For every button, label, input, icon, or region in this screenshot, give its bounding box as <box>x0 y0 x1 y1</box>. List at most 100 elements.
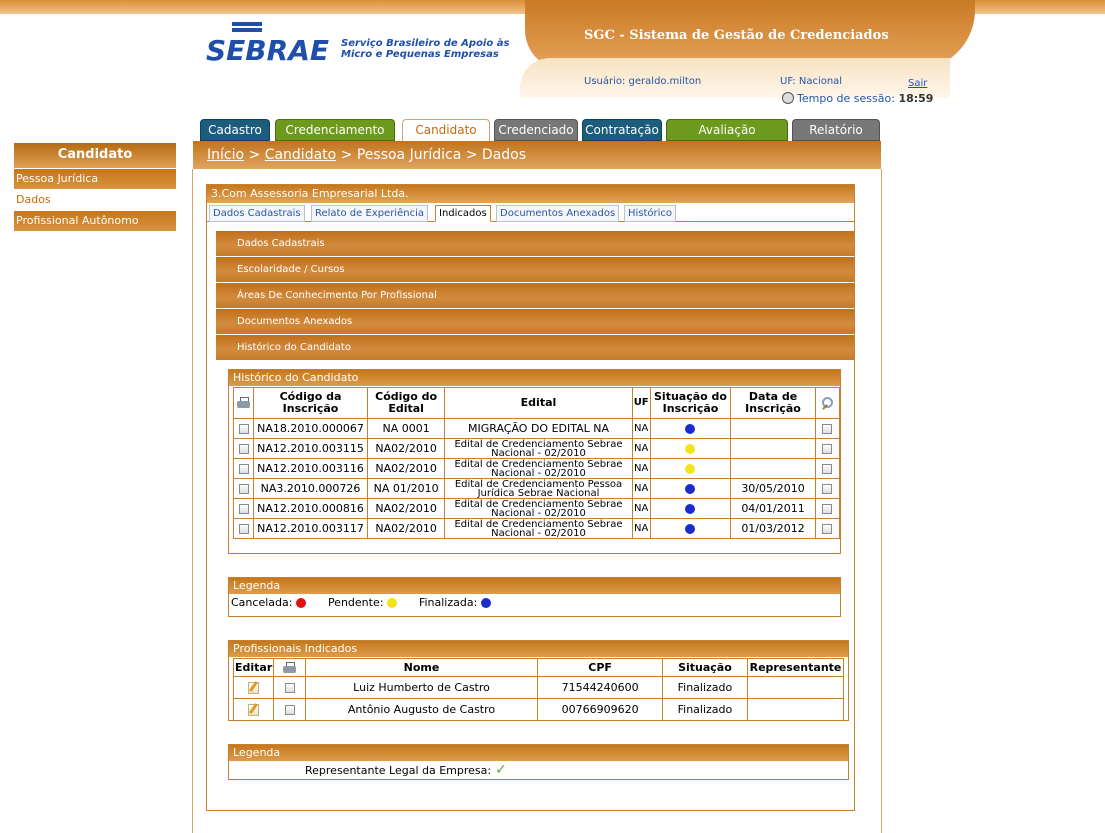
red-status-dot-icon <box>296 598 307 608</box>
col-codigo-edital: Código do Edital <box>366 387 446 419</box>
row-checkbox[interactable] <box>238 424 249 434</box>
subtab-dados-cadastrais[interactable]: Dados Cadastrais <box>209 205 305 222</box>
cell-representante <box>747 676 844 699</box>
sidebar-item-profissional-autonomo[interactable]: Profissional Autônomo <box>14 210 176 231</box>
row-select-checkbox[interactable] <box>822 464 833 474</box>
history-title: Histórico do Candidato <box>229 370 840 386</box>
cell-uf: NA <box>631 498 651 519</box>
legend-status-title: Legenda <box>229 578 840 594</box>
accordion-documentos-anexados[interactable]: Documentos Anexados <box>216 309 854 335</box>
cell-data <box>730 418 816 439</box>
row-select-checkbox[interactable] <box>822 524 833 534</box>
sidebar-title: Candidato <box>14 143 176 168</box>
legend-pendente-label: Pendente: <box>327 596 384 609</box>
sebrae-logo-subtitle: Serviço Brasileiro de Apoio às Micro e P… <box>341 38 510 60</box>
col-data: Data de Inscrição <box>730 387 816 419</box>
tab-avaliacao[interactable]: Avaliação <box>666 119 788 141</box>
legend-finalizada-label: Finalizada: <box>418 596 478 609</box>
logout-link[interactable]: Sair <box>908 78 927 89</box>
history-row: NA18.2010.000067 NA 0001 MIGRAÇÃO DO EDITA… <box>232 418 841 439</box>
col-representante: Representante <box>747 658 844 677</box>
cell-edital: Edital de Credenciamento Sebrae Nacional… <box>444 458 633 479</box>
row-select-checkbox[interactable] <box>822 484 833 494</box>
col-situacao: Situação do Inscrição <box>649 387 732 419</box>
professionals-header-row: Editar Nome CPF Situação Representante <box>232 658 844 677</box>
cell-uf: NA <box>631 418 651 439</box>
printer-icon[interactable] <box>237 397 251 409</box>
system-title: SGC - Sistema de Gestão de Credenciados <box>584 28 889 43</box>
cell-uf: NA <box>631 478 651 499</box>
legend-status-section: Legenda Cancelada: Pendente: Finalizada: <box>228 577 841 617</box>
edit-icon[interactable] <box>248 704 260 716</box>
subtab-indicados[interactable]: Indicados <box>435 205 491 222</box>
yellow-status-dot-icon <box>387 598 398 608</box>
cell-inscricao: NA18.2010.000067 <box>253 418 368 439</box>
professionals-table: Editar Nome CPF Situação Representante L… <box>232 658 844 721</box>
company-title: 3.Com Assessoria Empresarial Ltda. <box>207 185 854 203</box>
legend-representante-row: Representante Legal da Empresa: ✓ <box>229 761 848 780</box>
breadcrumb-home-link[interactable]: Início <box>207 147 244 163</box>
printer-icon[interactable] <box>283 661 297 674</box>
sidebar: Candidato Pessoa Jurídica Dados Profissi… <box>14 143 176 231</box>
yellow-status-dot-icon <box>685 464 696 474</box>
tab-credenciado[interactable]: Credenciado <box>494 119 578 141</box>
session-label: Tempo de sessão: <box>797 92 895 105</box>
cell-uf: NA <box>631 438 651 459</box>
row-checkbox[interactable] <box>238 504 249 514</box>
subtab-historico[interactable]: Histórico <box>624 205 677 222</box>
subtab-relato-experiencia[interactable]: Relato de Experiência <box>311 205 428 222</box>
accordion: Dados Cadastrais Escolaridade / Cursos Á… <box>216 231 854 361</box>
col-situacao-prof: Situação <box>661 658 749 677</box>
col-edital: Edital <box>444 387 633 419</box>
session-time: 18:59 <box>898 92 934 105</box>
row-select-checkbox[interactable] <box>822 504 833 514</box>
history-row: NA12.2010.003115 NA02/2010 Edital de Crede… <box>232 438 841 459</box>
accordion-escolaridade[interactable]: Escolaridade / Cursos <box>216 257 854 283</box>
row-select-checkbox[interactable] <box>822 444 833 454</box>
accordion-areas-conhecimento[interactable]: Áreas De Conhecimento Por Profissional <box>216 283 854 309</box>
sidebar-item-dados[interactable]: Dados <box>14 189 176 210</box>
tab-relatorio[interactable]: Relatório <box>792 119 880 141</box>
breadcrumb-candidato-link[interactable]: Candidato <box>265 147 337 163</box>
row-select-checkbox[interactable] <box>822 424 833 434</box>
breadcrumb-separator: > <box>244 147 265 163</box>
edit-icon[interactable] <box>248 682 260 694</box>
row-checkbox[interactable] <box>284 683 295 693</box>
history-row: NA12.2010.003117 NA02/2010 Edital de Crede… <box>232 518 841 539</box>
history-section: Histórico do Candidato Código da Inscriç… <box>228 369 841 554</box>
accordion-historico-candidato[interactable]: Histórico do Candidato <box>216 335 854 361</box>
cell-inscricao: NA3.2010.000726 <box>253 478 368 499</box>
yellow-status-dot-icon <box>685 444 696 454</box>
blue-status-dot-icon <box>685 424 696 434</box>
tab-candidato[interactable]: Candidato <box>402 119 490 142</box>
history-row: NA12.2010.003116 NA02/2010 Edital de Crede… <box>232 458 841 479</box>
blue-status-dot-icon <box>481 598 492 608</box>
sidebar-item-pessoa-juridica[interactable]: Pessoa Jurídica <box>14 168 176 189</box>
blue-status-dot-icon <box>685 484 696 494</box>
col-nome: Nome <box>304 658 539 677</box>
uf-label: UF: Nacional <box>780 76 843 87</box>
history-row: NA12.2010.000816 NA02/2010 Edital de Crede… <box>232 498 841 519</box>
professionals-body: Luiz Humberto de Castro 71544240600 Finali… <box>232 676 844 721</box>
cell-edital-code: NA02/2010 <box>366 518 446 539</box>
row-checkbox[interactable] <box>238 484 249 494</box>
search-icon[interactable] <box>821 396 834 410</box>
tab-credenciamento[interactable]: Credenciamento <box>275 119 395 141</box>
clock-icon <box>782 92 794 104</box>
tab-cadastro[interactable]: Cadastro <box>200 119 270 141</box>
legend-representante-section: Legenda Representante Legal da Empresa: ✓ <box>228 744 849 780</box>
history-body: NA18.2010.000067 NA 0001 MIGRAÇÃO DO EDITA… <box>232 418 841 539</box>
col-uf: UF <box>631 387 651 419</box>
legend-representante-label: Representante Legal da Empresa: <box>305 764 492 777</box>
row-checkbox[interactable] <box>238 464 249 474</box>
row-checkbox[interactable] <box>238 444 249 454</box>
session-timer: Tempo de sessão: 18:59 <box>782 92 933 105</box>
row-checkbox[interactable] <box>238 524 249 534</box>
subtab-documentos-anexados[interactable]: Documentos Anexados <box>496 205 620 222</box>
tab-contratacao[interactable]: Contratação <box>582 119 662 141</box>
accordion-dados-cadastrais[interactable]: Dados Cadastrais <box>216 231 854 257</box>
user-label: Usuário: geraldo.milton <box>584 76 702 87</box>
row-checkbox[interactable] <box>284 705 295 715</box>
cell-edital: Edital de Credenciamento Sebrae Nacional… <box>444 498 633 519</box>
cell-inscricao: NA12.2010.003117 <box>253 518 368 539</box>
